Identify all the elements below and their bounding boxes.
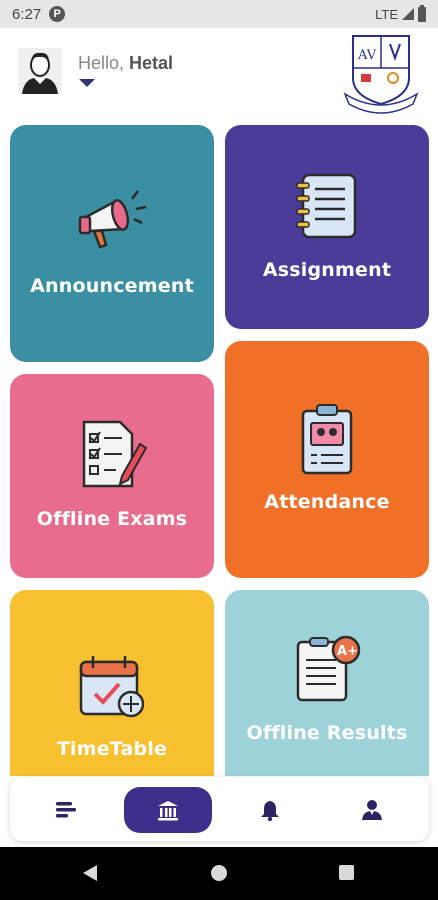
- menu-icon: [56, 802, 76, 818]
- svg-text:A+: A+: [337, 644, 358, 659]
- back-icon[interactable]: [83, 865, 97, 881]
- profile-icon: [362, 800, 382, 820]
- attendance-tile[interactable]: Attendance: [225, 341, 429, 578]
- school-icon: [158, 801, 178, 821]
- notifications-button[interactable]: [226, 787, 314, 833]
- greeting-text: Hello, Hetal: [78, 53, 173, 74]
- offline-exams-tile[interactable]: Offline Exams: [10, 374, 214, 578]
- calendar-icon: [77, 654, 147, 725]
- attendance-label: Attendance: [264, 491, 390, 513]
- assignment-tile[interactable]: Assignment: [225, 125, 429, 329]
- offline-results-tile[interactable]: A+ Offline Results: [225, 590, 429, 776]
- greeting-prefix: Hello,: [78, 53, 125, 73]
- recent-apps-icon[interactable]: [339, 865, 354, 880]
- status-icons: LTE: [375, 4, 426, 22]
- announcement-tile[interactable]: Announcement: [10, 125, 214, 362]
- account-dropdown-icon[interactable]: [79, 79, 95, 87]
- system-nav-bar: [0, 847, 438, 900]
- school-crest-icon: AV: [343, 35, 419, 114]
- status-bar: 6:27 P LTE: [0, 0, 438, 28]
- assignment-label: Assignment: [262, 259, 392, 281]
- user-avatar-icon: [18, 48, 62, 94]
- svg-text:AV: AV: [357, 48, 377, 63]
- header: Hello, Hetal AV: [0, 28, 438, 120]
- notification-p-icon: P: [49, 6, 66, 22]
- battery-icon: [418, 4, 426, 22]
- school-logo: AV: [343, 32, 419, 114]
- timetable-label: TimeTable: [56, 738, 168, 760]
- status-time: 6:27: [12, 5, 42, 23]
- home-circle-icon[interactable]: [211, 865, 227, 881]
- home-button[interactable]: [124, 787, 212, 833]
- timetable-tile[interactable]: TimeTable: [10, 590, 214, 776]
- megaphone-icon: [76, 187, 148, 258]
- network-label: LTE: [375, 6, 398, 22]
- offline-exams-label: Offline Exams: [36, 508, 188, 530]
- results-report-icon: A+: [292, 634, 362, 709]
- bottom-nav: [10, 777, 429, 841]
- profile-button[interactable]: [328, 787, 416, 833]
- bell-icon: [261, 801, 279, 821]
- menu-button[interactable]: [22, 787, 110, 833]
- notebook-icon: [293, 171, 361, 246]
- signal-icon: [402, 8, 414, 20]
- user-name: Hetal: [129, 53, 174, 73]
- attendance-clipboard-icon: [297, 403, 357, 480]
- announcement-label: Announcement: [30, 275, 194, 297]
- avatar[interactable]: [18, 48, 62, 94]
- offline-results-label: Offline Results: [246, 722, 408, 744]
- exam-sheet-icon: [76, 418, 148, 495]
